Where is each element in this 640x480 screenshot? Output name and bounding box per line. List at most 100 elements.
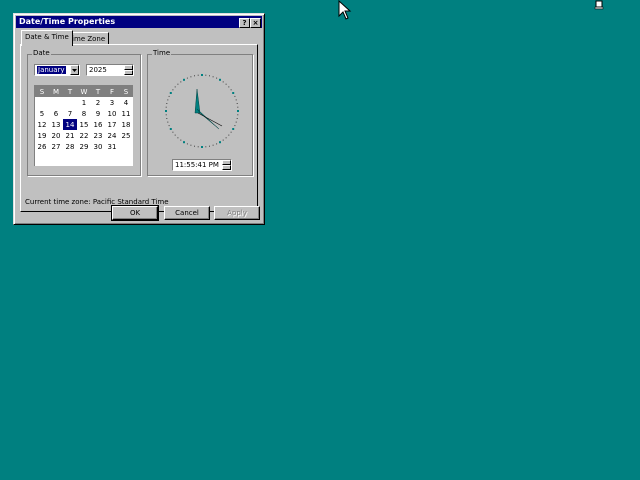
spin-down-icon[interactable] bbox=[222, 165, 231, 170]
calendar-day[interactable]: 30 bbox=[91, 141, 105, 152]
calendar-day[interactable]: 12 bbox=[35, 119, 49, 130]
clock-hour-tick bbox=[232, 92, 235, 94]
time-spinner[interactable]: 11:55:41 PM bbox=[172, 159, 232, 171]
calendar-day[interactable]: 7 bbox=[63, 108, 77, 119]
clock-minute-tick bbox=[190, 144, 192, 146]
calendar-grid[interactable]: S M T W T F S 1 2 3 4 5 6 7 8 9 10 11 12… bbox=[34, 85, 133, 166]
close-button[interactable]: × bbox=[250, 18, 261, 28]
calendar-day[interactable]: 1 bbox=[77, 97, 91, 108]
calendar-day[interactable]: 2 bbox=[91, 97, 105, 108]
calendar-day[interactable] bbox=[35, 97, 49, 108]
weekday-header: T bbox=[63, 86, 77, 97]
cancel-button[interactable]: Cancel bbox=[164, 206, 210, 220]
weekday-header: S bbox=[35, 86, 49, 97]
calendar-day[interactable]: 23 bbox=[91, 130, 105, 141]
apply-button[interactable]: Apply bbox=[214, 206, 260, 220]
calendar-day[interactable]: 8 bbox=[77, 108, 91, 119]
clock-minute-tick bbox=[225, 137, 227, 139]
calendar-day[interactable]: 26 bbox=[35, 141, 49, 152]
clock-minute-tick bbox=[177, 83, 179, 85]
calendar-day[interactable]: 24 bbox=[105, 130, 119, 141]
date-group-label: Date bbox=[32, 49, 51, 57]
clock-minute-tick bbox=[167, 99, 169, 101]
calendar-day[interactable]: 5 bbox=[35, 108, 49, 119]
calendar-day[interactable]: 20 bbox=[49, 130, 63, 141]
clock-minute-tick bbox=[174, 134, 176, 136]
calendar-day[interactable]: 21 bbox=[63, 130, 77, 141]
title-bar[interactable]: Date/Time Properties ? × bbox=[16, 16, 262, 28]
mouse-cursor-icon bbox=[338, 0, 352, 20]
time-group-label: Time bbox=[152, 49, 172, 57]
clock-minute-tick bbox=[209, 145, 210, 147]
calendar-day[interactable]: 11 bbox=[119, 108, 133, 119]
time-spin-buttons[interactable] bbox=[222, 160, 231, 170]
clock-minute-tick bbox=[165, 114, 167, 116]
clock-minute-tick bbox=[236, 103, 238, 104]
clock-minute-tick bbox=[212, 76, 214, 78]
calendar-day[interactable]: 13 bbox=[49, 119, 63, 130]
clock-hour-tick bbox=[232, 128, 235, 130]
spin-down-icon[interactable] bbox=[124, 70, 133, 75]
clock-minute-tick bbox=[216, 77, 218, 79]
clock-hour-tick bbox=[183, 141, 185, 144]
calendar-day[interactable]: 31 bbox=[105, 141, 119, 152]
calendar-day[interactable]: 4 bbox=[119, 97, 133, 108]
clock-minute-tick bbox=[168, 125, 170, 127]
year-spinner[interactable]: 2025 bbox=[86, 64, 134, 76]
calendar-day[interactable] bbox=[49, 97, 63, 108]
clock-hour-tick bbox=[219, 141, 221, 144]
clock-minute-tick bbox=[166, 103, 168, 104]
clock-minute-tick bbox=[237, 114, 239, 116]
timezone-value: Pacific Standard Time bbox=[92, 198, 169, 206]
weekday-header: W bbox=[77, 86, 91, 97]
calendar-day[interactable] bbox=[119, 141, 133, 152]
clock-minute-tick bbox=[168, 95, 170, 97]
clock-minute-tick bbox=[172, 89, 174, 91]
clock-minute-tick bbox=[165, 106, 167, 108]
clock-hour-tick bbox=[237, 110, 239, 112]
clock-minute-tick bbox=[167, 121, 169, 123]
calendar-day[interactable]: 16 bbox=[91, 119, 105, 130]
time-value: 11:55:41 PM bbox=[175, 161, 219, 169]
clock-minute-tick bbox=[205, 146, 207, 148]
ok-button[interactable]: OK bbox=[111, 205, 159, 221]
clock-minute-tick bbox=[180, 139, 182, 141]
calendar-day[interactable]: 10 bbox=[105, 108, 119, 119]
clock-ticks bbox=[165, 74, 239, 148]
year-spin-buttons[interactable] bbox=[124, 65, 133, 75]
month-value: January bbox=[37, 66, 66, 74]
calendar-day[interactable]: 25 bbox=[119, 130, 133, 141]
calendar-day[interactable]: 3 bbox=[105, 97, 119, 108]
clock-minute-tick bbox=[180, 81, 182, 83]
chevron-down-icon[interactable] bbox=[70, 65, 79, 75]
calendar-day[interactable]: 22 bbox=[77, 130, 91, 141]
calendar-day[interactable]: 19 bbox=[35, 130, 49, 141]
weekday-header: T bbox=[91, 86, 105, 97]
clock-minute-tick bbox=[228, 86, 230, 88]
clock-hour-tick bbox=[201, 146, 203, 148]
calendar-day[interactable]: 28 bbox=[63, 141, 77, 152]
clock-hour-tick bbox=[183, 78, 185, 81]
weekday-header: S bbox=[119, 86, 133, 97]
date-time-properties-dialog: Date/Time Properties ? × Date & Time Tim… bbox=[13, 13, 265, 225]
help-button[interactable]: ? bbox=[239, 18, 250, 28]
calendar-day[interactable] bbox=[63, 97, 77, 108]
clock-minute-tick bbox=[177, 137, 179, 139]
calendar-day[interactable]: 27 bbox=[49, 141, 63, 152]
clock-minute-tick bbox=[234, 95, 236, 97]
calendar-day[interactable]: 6 bbox=[49, 108, 63, 119]
calendar-day-selected[interactable]: 14 bbox=[63, 119, 77, 130]
desktop-icon[interactable] bbox=[594, 0, 604, 10]
calendar-day[interactable]: 9 bbox=[91, 108, 105, 119]
tab-date-time[interactable]: Date & Time bbox=[21, 30, 73, 46]
timezone-label: Current time zone: bbox=[25, 198, 91, 206]
calendar-day[interactable]: 15 bbox=[77, 119, 91, 130]
month-dropdown[interactable]: January bbox=[34, 64, 80, 76]
clock-minute-tick bbox=[230, 89, 232, 91]
clock-hour-tick bbox=[169, 128, 172, 130]
calendar-day[interactable]: 18 bbox=[119, 119, 133, 130]
clock-minute-hand bbox=[196, 108, 220, 130]
calendar-day[interactable]: 17 bbox=[105, 119, 119, 130]
calendar-day[interactable]: 29 bbox=[77, 141, 91, 152]
clock-second-hand bbox=[197, 112, 223, 127]
